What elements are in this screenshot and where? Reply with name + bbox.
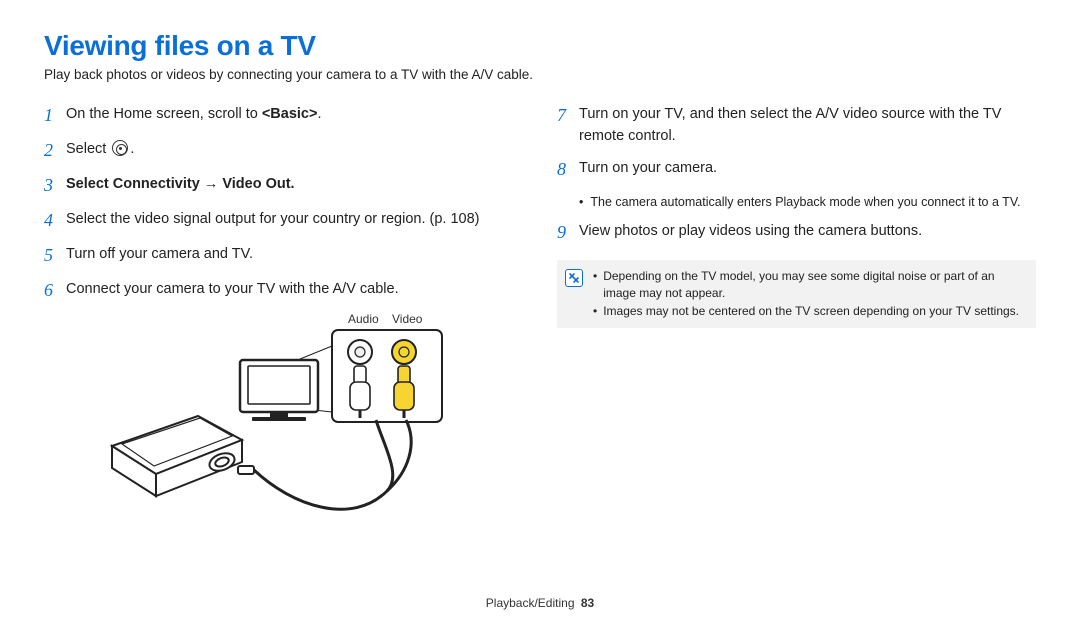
tv-icon bbox=[240, 360, 318, 421]
note-icon bbox=[565, 269, 583, 287]
step-number: 3 bbox=[44, 172, 66, 199]
step-text: Turn on your camera. bbox=[579, 158, 1036, 180]
step-text: On the Home screen, scroll to <Basic>. bbox=[66, 104, 523, 126]
step-item: 8Turn on your camera. bbox=[557, 158, 1036, 183]
right-step-list: 7Turn on your TV, and then select the A/… bbox=[557, 104, 1036, 246]
step-item: 6Connect your camera to your TV with the… bbox=[44, 279, 523, 304]
step-item: 4Select the video signal output for your… bbox=[44, 209, 523, 234]
note-box: Depending on the TV model, you may see s… bbox=[557, 260, 1036, 328]
step-number: 8 bbox=[557, 156, 579, 183]
camera-icon bbox=[112, 416, 254, 496]
step-text: Select Connectivity → Video Out. bbox=[66, 174, 523, 196]
step-item: 7Turn on your TV, and then select the A/… bbox=[557, 104, 1036, 148]
left-column: 1On the Home screen, scroll to <Basic>.2… bbox=[44, 104, 523, 536]
step-number: 2 bbox=[44, 137, 66, 164]
intro-text: Play back photos or videos by connecting… bbox=[44, 66, 1036, 84]
two-column-layout: 1On the Home screen, scroll to <Basic>.2… bbox=[44, 104, 1036, 536]
footer-page-number: 83 bbox=[581, 596, 594, 610]
note-list: Depending on the TV model, you may see s… bbox=[593, 268, 1026, 320]
step-text: Select the video signal output for your … bbox=[66, 209, 523, 231]
note-item: Depending on the TV model, you may see s… bbox=[593, 268, 1026, 303]
step-item: 3Select Connectivity → Video Out. bbox=[44, 174, 523, 199]
left-step-list: 1On the Home screen, scroll to <Basic>.2… bbox=[44, 104, 523, 304]
page-footer: Playback/Editing 83 bbox=[0, 596, 1080, 610]
step-number: 6 bbox=[44, 277, 66, 304]
right-column: 7Turn on your TV, and then select the A/… bbox=[557, 104, 1036, 536]
step-number: 5 bbox=[44, 242, 66, 269]
step-number: 7 bbox=[557, 102, 579, 129]
step-text: Turn on your TV, and then select the A/V… bbox=[579, 104, 1036, 148]
step-item: 2Select . bbox=[44, 139, 523, 164]
manual-page: Viewing files on a TV Play back photos o… bbox=[0, 0, 1080, 630]
step-number: 9 bbox=[557, 219, 579, 246]
footer-section: Playback/Editing bbox=[486, 596, 575, 610]
substep-item: The camera automatically enters Playback… bbox=[579, 193, 1036, 211]
diagram-svg bbox=[92, 316, 472, 536]
step-number: 1 bbox=[44, 102, 66, 129]
step-text: View photos or play videos using the cam… bbox=[579, 221, 1036, 243]
connection-diagram: Audio Video bbox=[92, 316, 472, 536]
substep-list: The camera automatically enters Playback… bbox=[579, 193, 1036, 211]
step-number: 4 bbox=[44, 207, 66, 234]
note-item: Images may not be centered on the TV scr… bbox=[593, 303, 1026, 320]
settings-target-icon bbox=[112, 140, 128, 156]
step-item: 1On the Home screen, scroll to <Basic>. bbox=[44, 104, 523, 129]
step-text: Connect your camera to your TV with the … bbox=[66, 279, 523, 301]
page-title: Viewing files on a TV bbox=[44, 30, 1036, 62]
step-item: 5Turn off your camera and TV. bbox=[44, 244, 523, 269]
step-text: Select . bbox=[66, 139, 523, 161]
step-item: 9View photos or play videos using the ca… bbox=[557, 221, 1036, 246]
step-text: Turn off your camera and TV. bbox=[66, 244, 523, 266]
